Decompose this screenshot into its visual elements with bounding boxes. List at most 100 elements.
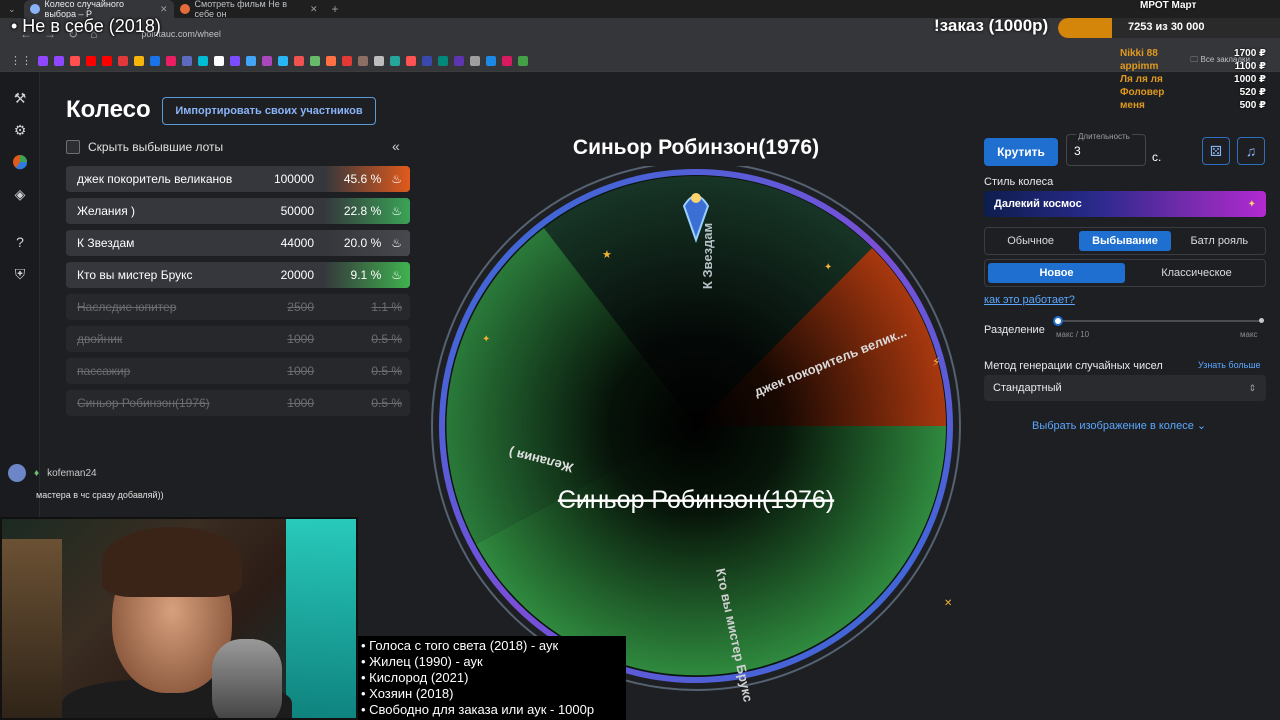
wheel-style-select[interactable]: Далекий космос ✦: [984, 191, 1266, 217]
bookmark-icon[interactable]: [230, 55, 240, 66]
lot-row[interactable]: двойник 1000 0.5 %: [66, 326, 410, 352]
lot-row[interactable]: Наследие юпитер 2500 1.1 %: [66, 294, 410, 320]
bookmark-icon[interactable]: [454, 55, 464, 66]
lot-amount: 44000: [280, 236, 314, 250]
bookmark-icon[interactable]: [246, 55, 256, 66]
bookmark-icon[interactable]: [486, 55, 496, 66]
tab-list-icon[interactable]: ⌄: [0, 4, 24, 15]
lamp-icon: ♨: [391, 172, 402, 186]
bookmark-icon[interactable]: [102, 55, 112, 66]
lot-percent-cell: 0.5 %: [324, 390, 410, 416]
lot-row[interactable]: Кто вы мистер Брукс 20000 9.1 % ♨: [66, 262, 410, 288]
bookmark-icon[interactable]: [134, 55, 144, 66]
lot-amount: 100000: [273, 172, 314, 186]
lot-row[interactable]: Желания ) 50000 22.8 % ♨: [66, 198, 410, 224]
bookmark-icon[interactable]: [278, 55, 288, 66]
shield-icon[interactable]: ⛨: [10, 264, 30, 284]
bookmarks-bar: ⋮⋮ 🗀 Все закладки: [0, 50, 1280, 72]
bookmark-icon[interactable]: [150, 55, 160, 66]
chat-avatar: [8, 464, 26, 482]
bookmark-icon[interactable]: [358, 55, 368, 66]
browser-tab-movie[interactable]: Смотреть фильм Не в себе он ✕: [174, 0, 324, 19]
bookmark-icon[interactable]: [118, 55, 128, 66]
settings-gear-icon[interactable]: ⚙: [10, 120, 30, 140]
donor-amount: 1100 ₽: [1234, 61, 1266, 72]
chevron-down-icon: ⌄: [1196, 420, 1207, 432]
bookmark-icon[interactable]: [502, 55, 512, 66]
lot-percent: 22.8 %: [343, 204, 382, 218]
bookmark-icon[interactable]: [38, 55, 48, 66]
duration-input[interactable]: [1074, 144, 1134, 158]
close-tab-icon[interactable]: ✕: [310, 4, 318, 15]
lot-percent-cell: 9.1 % ♨: [324, 262, 410, 288]
auction-hammer-icon[interactable]: ⚒: [10, 88, 30, 108]
bookmark-icon[interactable]: [214, 55, 224, 66]
webcam-led-wall: [286, 519, 356, 718]
random-dice-icon[interactable]: ⚄: [1202, 137, 1230, 165]
variant-option[interactable]: Новое: [988, 263, 1125, 283]
lot-percent: 9.1 %: [350, 268, 382, 282]
donor-list: Nikki 88 1700 ₽ appimm 1100 ₽ Ля ля ля 1000 ₽…: [1120, 48, 1266, 113]
variant-option[interactable]: Классическое: [1128, 260, 1265, 286]
wheel-center-shadow: [446, 176, 946, 676]
bookmark-icon[interactable]: [438, 55, 448, 66]
bookmark-icon[interactable]: [54, 55, 64, 66]
variant-switch: Новое Классическое: [984, 259, 1266, 287]
bookmark-icon[interactable]: [374, 55, 384, 66]
bookmark-icon[interactable]: [470, 55, 480, 66]
bookmark-icon[interactable]: [390, 55, 400, 66]
donor-row: меня 500 ₽: [1120, 100, 1266, 113]
winner-title: Синьор Робинзон(1976): [572, 136, 820, 159]
bookmark-icon[interactable]: [422, 55, 432, 66]
bookmark-icon[interactable]: [198, 55, 208, 66]
bookmark-icon[interactable]: [310, 55, 320, 66]
bookmark-icon[interactable]: [294, 55, 304, 66]
lot-percent-cell: 1.1 %: [324, 294, 410, 320]
pick-wheel-image-button[interactable]: Выбрать изображение в колесе ⌄: [1032, 419, 1206, 432]
hide-out-lots-toggle[interactable]: Скрыть выбывшие лоты: [66, 140, 223, 154]
music-note-icon[interactable]: ♫: [1237, 137, 1265, 165]
lot-row[interactable]: К Звездам 44000 20.0 % ♨: [66, 230, 410, 256]
spin-button[interactable]: Крутить: [984, 138, 1058, 166]
help-icon[interactable]: ?: [10, 232, 30, 252]
collapse-panel-icon[interactable]: «: [392, 138, 400, 154]
bookmark-icon[interactable]: [262, 55, 272, 66]
schedule-item: • Хозяин (2018): [361, 686, 454, 701]
lot-amount: 20000: [280, 268, 314, 282]
order-overlay: !заказ (1000р): [934, 16, 1049, 35]
hide-out-lots-checkbox[interactable]: [66, 140, 80, 154]
lot-row[interactable]: джек покоритель великанов 100000 45.6 % ♨: [66, 166, 410, 192]
bookmark-icon[interactable]: [518, 55, 528, 66]
bookmark-icon[interactable]: [326, 55, 336, 66]
how-it-works-link[interactable]: как это работает?: [984, 294, 1075, 306]
bookmark-icon[interactable]: [342, 55, 352, 66]
bookmark-icon[interactable]: [70, 55, 80, 66]
new-tab-icon[interactable]: +: [324, 2, 347, 16]
mode-option[interactable]: Выбывание: [1079, 231, 1171, 251]
bookmark-icon[interactable]: [182, 55, 192, 66]
lot-name: джек покоритель великанов: [77, 172, 233, 186]
hide-out-lots-label: Скрыть выбывшие лоты: [88, 140, 224, 154]
split-slider-thumb[interactable]: [1053, 316, 1063, 326]
import-participants-button[interactable]: Импортировать своих участников: [162, 97, 376, 125]
mode-option[interactable]: Батл рояль: [1174, 228, 1265, 254]
mode-switch: Обычное Выбывание Батл рояль: [984, 227, 1266, 255]
donor-name: appimm: [1120, 61, 1159, 72]
microphone-icon: [212, 639, 282, 718]
rng-method-select[interactable]: Стандартный ⇕: [984, 375, 1266, 401]
rng-learn-more-link[interactable]: Узнать больше: [1198, 360, 1261, 370]
lot-row[interactable]: пассажир 1000 0.5 %: [66, 358, 410, 384]
split-slider-track[interactable]: [1058, 320, 1262, 322]
bookmark-icon[interactable]: [406, 55, 416, 66]
schedule-item: • Свободно для заказа или аук - 1000р: [361, 702, 595, 717]
chat-badge-icon: ♦: [34, 467, 40, 479]
wheel-pie-icon[interactable]: [10, 152, 30, 172]
mode-option[interactable]: Обычное: [985, 228, 1076, 254]
apps-grid-icon[interactable]: ⋮⋮: [10, 54, 32, 67]
close-tab-icon[interactable]: ✕: [160, 4, 168, 15]
rng-method-value: Стандартный: [993, 382, 1062, 394]
bookmark-icon[interactable]: [86, 55, 96, 66]
bookmark-icon[interactable]: [166, 55, 176, 66]
lot-row[interactable]: Синьор Робинзон(1976) 1000 0.5 %: [66, 390, 410, 416]
layers-icon[interactable]: ◈: [10, 184, 30, 204]
